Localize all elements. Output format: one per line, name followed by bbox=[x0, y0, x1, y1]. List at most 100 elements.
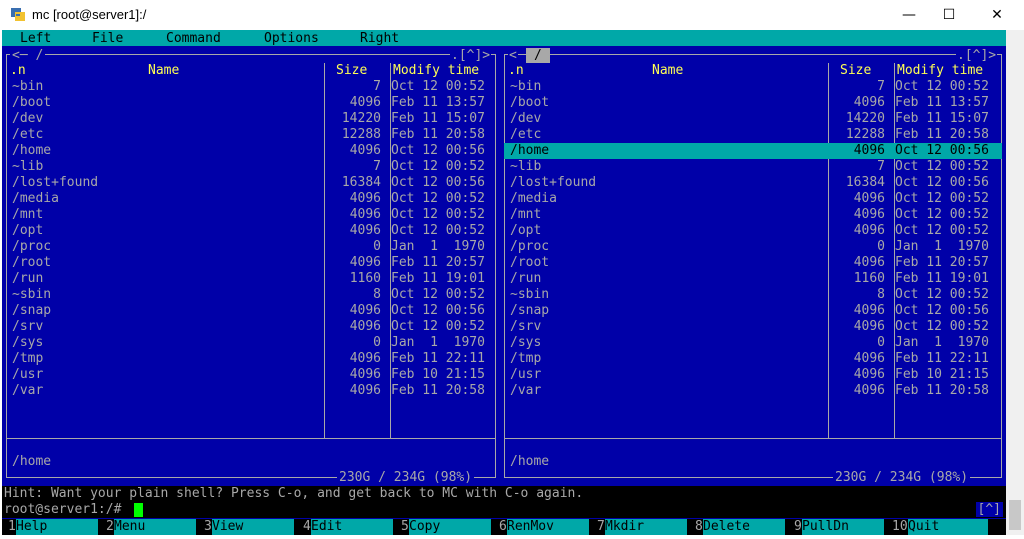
file-size: 0 bbox=[373, 239, 381, 254]
file-row[interactable]: /proc 0 Jan 1 1970 bbox=[504, 239, 1002, 255]
file-modify-time: Feb 11 13:57 bbox=[391, 95, 485, 110]
file-row[interactable]: /var 4096 Feb 11 20:58 bbox=[6, 383, 496, 399]
panel-path[interactable]: / bbox=[526, 48, 550, 63]
file-size: 4096 bbox=[349, 319, 381, 334]
file-row[interactable]: /opt 4096 Oct 12 00:52 bbox=[6, 223, 496, 239]
file-row[interactable]: /boot 4096 Feb 11 13:57 bbox=[504, 95, 1002, 111]
file-row[interactable]: /snap 4096 Oct 12 00:56 bbox=[504, 303, 1002, 319]
terminal-app-icon bbox=[11, 8, 25, 21]
right-file-panel[interactable]: < / .[^]> .n Name Size Modify time ~bin 7… bbox=[500, 46, 1006, 486]
file-row[interactable]: /mnt 4096 Oct 12 00:52 bbox=[6, 207, 496, 223]
file-name: /mnt bbox=[12, 207, 44, 222]
fkey-number: 2 bbox=[106, 519, 114, 534]
fkey-number: 6 bbox=[499, 519, 507, 534]
menu-file[interactable]: File bbox=[92, 31, 123, 46]
file-name: /usr bbox=[510, 367, 542, 382]
file-row[interactable]: /snap 4096 Oct 12 00:56 bbox=[6, 303, 496, 319]
column-header-name[interactable]: Name bbox=[652, 63, 683, 78]
file-row[interactable]: /opt 4096 Oct 12 00:52 bbox=[504, 223, 1002, 239]
file-row[interactable]: /lost+found 16384 Oct 12 00:56 bbox=[504, 175, 1002, 191]
file-row[interactable]: ~lib 7 Oct 12 00:52 bbox=[6, 159, 496, 175]
file-row[interactable]: /etc 12288 Feb 11 20:58 bbox=[504, 127, 1002, 143]
file-row[interactable]: /dev 14220 Feb 11 15:07 bbox=[6, 111, 496, 127]
menu-command[interactable]: Command bbox=[166, 31, 221, 46]
file-row[interactable]: /sys 0 Jan 1 1970 bbox=[6, 335, 496, 351]
file-name: /var bbox=[12, 383, 44, 398]
file-modify-time: Feb 10 21:15 bbox=[391, 367, 485, 382]
file-name: /proc bbox=[12, 239, 52, 254]
file-modify-time: Feb 11 20:58 bbox=[895, 127, 989, 142]
terminal-area[interactable]: Left File Command Options Right <─ / .[^… bbox=[2, 30, 1006, 535]
file-row[interactable]: /run 1160 Feb 11 19:01 bbox=[504, 271, 1002, 287]
file-modify-time: Feb 11 20:57 bbox=[895, 255, 989, 270]
file-row[interactable]: /tmp 4096 Feb 11 22:11 bbox=[6, 351, 496, 367]
file-modify-time: Feb 11 13:57 bbox=[895, 95, 989, 110]
file-modify-time: Feb 10 21:15 bbox=[895, 367, 989, 382]
vertical-scrollbar[interactable] bbox=[1006, 30, 1024, 535]
column-header-modify-time[interactable]: Modify time bbox=[393, 63, 479, 78]
file-row[interactable]: ~lib 7 Oct 12 00:52 bbox=[504, 159, 1002, 175]
file-row[interactable]: /boot 4096 Feb 11 13:57 bbox=[6, 95, 496, 111]
file-modify-time: Oct 12 00:56 bbox=[895, 143, 989, 158]
file-row[interactable]: /usr 4096 Feb 10 21:15 bbox=[6, 367, 496, 383]
disk-usage: 230G / 234G (98%) bbox=[337, 470, 475, 485]
file-size: 4096 bbox=[853, 383, 885, 398]
file-row[interactable]: /mnt 4096 Oct 12 00:52 bbox=[504, 207, 1002, 223]
file-row[interactable]: ~sbin 8 Oct 12 00:52 bbox=[504, 287, 1002, 303]
menu-right[interactable]: Right bbox=[360, 31, 399, 46]
file-row[interactable]: /tmp 4096 Feb 11 22:11 bbox=[504, 351, 1002, 367]
file-row[interactable]: /srv 4096 Oct 12 00:52 bbox=[504, 319, 1002, 335]
file-row[interactable]: /sys 0 Jan 1 1970 bbox=[504, 335, 1002, 351]
fkey-label: PullDn bbox=[802, 519, 884, 535]
file-row[interactable]: /dev 14220 Feb 11 15:07 bbox=[504, 111, 1002, 127]
file-row[interactable]: /lost+found 16384 Oct 12 00:56 bbox=[6, 175, 496, 191]
file-size: 4096 bbox=[349, 223, 381, 238]
file-name: /run bbox=[12, 271, 44, 286]
file-size: 7 bbox=[373, 79, 381, 94]
file-modify-time: Oct 12 00:52 bbox=[391, 191, 485, 206]
column-header-size[interactable]: Size bbox=[336, 63, 367, 78]
column-header-name[interactable]: Name bbox=[148, 63, 179, 78]
command-line[interactable]: root@server1:/# [^] bbox=[2, 502, 1006, 518]
file-size: 4096 bbox=[349, 367, 381, 382]
maximize-button[interactable]: ☐ bbox=[926, 0, 972, 30]
file-size: 4096 bbox=[349, 351, 381, 366]
file-row[interactable]: ~sbin 8 Oct 12 00:52 bbox=[6, 287, 496, 303]
column-header-size[interactable]: Size bbox=[840, 63, 871, 78]
file-name: /run bbox=[510, 271, 542, 286]
file-row[interactable]: /proc 0 Jan 1 1970 bbox=[6, 239, 496, 255]
panel-path[interactable]: <─ / bbox=[10, 48, 46, 63]
sort-indicator[interactable]: .n bbox=[10, 63, 26, 78]
panel-history-button[interactable]: .[^]> bbox=[956, 48, 998, 63]
file-row[interactable]: /root 4096 Feb 11 20:57 bbox=[504, 255, 1002, 271]
file-name: /srv bbox=[510, 319, 542, 334]
file-name: /usr bbox=[12, 367, 44, 382]
file-size: 4096 bbox=[349, 303, 381, 318]
file-row[interactable]: /media 4096 Oct 12 00:52 bbox=[504, 191, 1002, 207]
panel-history-button[interactable]: .[^]> bbox=[450, 48, 492, 63]
scrollbar-thumb[interactable] bbox=[1009, 500, 1021, 530]
file-row[interactable]: ~bin 7 Oct 12 00:52 bbox=[6, 79, 496, 95]
file-modify-time: Oct 12 00:52 bbox=[895, 319, 989, 334]
file-size: 14220 bbox=[845, 111, 885, 126]
file-row[interactable]: /var 4096 Feb 11 20:58 bbox=[504, 383, 1002, 399]
menu-left[interactable]: Left bbox=[20, 31, 51, 46]
left-file-panel[interactable]: <─ / .[^]> .n Name Size Modify time ~bin… bbox=[2, 46, 500, 486]
file-modify-time: Oct 12 00:52 bbox=[895, 287, 989, 302]
mini-status: /home bbox=[12, 454, 52, 469]
file-row[interactable]: /usr 4096 Feb 10 21:15 bbox=[504, 367, 1002, 383]
file-row[interactable]: /home 4096 Oct 12 00:56 bbox=[6, 143, 496, 159]
close-button[interactable]: ✕ bbox=[974, 0, 1020, 30]
file-row[interactable]: /run 1160 Feb 11 19:01 bbox=[6, 271, 496, 287]
history-indicator[interactable]: [^] bbox=[975, 502, 1003, 517]
file-row[interactable]: /media 4096 Oct 12 00:52 bbox=[6, 191, 496, 207]
file-name: /tmp bbox=[510, 351, 542, 366]
file-row[interactable]: /home 4096 Oct 12 00:56 bbox=[504, 143, 1002, 159]
menu-options[interactable]: Options bbox=[264, 31, 319, 46]
file-row[interactable]: /root 4096 Feb 11 20:57 bbox=[6, 255, 496, 271]
column-header-modify-time[interactable]: Modify time bbox=[897, 63, 983, 78]
file-row[interactable]: /etc 12288 Feb 11 20:58 bbox=[6, 127, 496, 143]
file-row[interactable]: ~bin 7 Oct 12 00:52 bbox=[504, 79, 1002, 95]
sort-indicator[interactable]: .n bbox=[508, 63, 524, 78]
file-row[interactable]: /srv 4096 Oct 12 00:52 bbox=[6, 319, 496, 335]
